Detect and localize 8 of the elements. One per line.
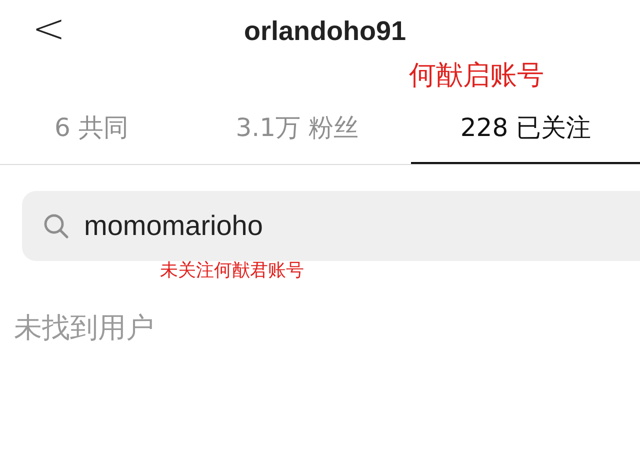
annotation-text: 何猷启账号	[409, 62, 544, 92]
empty-result-message: 未找到用户	[14, 310, 155, 346]
search-field[interactable]: momomarioho	[22, 191, 640, 261]
profile-username: orlandoho91	[242, 16, 406, 46]
tab[interactable]: 228 已关注	[411, 92, 640, 164]
annotation-text: 未关注何猷君账号	[160, 260, 304, 281]
back-button[interactable]: <	[26, 4, 72, 54]
search-icon	[42, 212, 70, 240]
